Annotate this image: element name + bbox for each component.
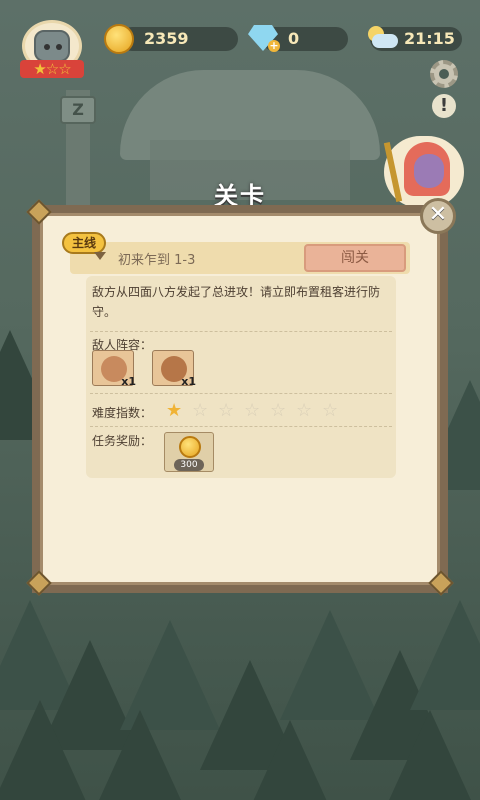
avatar-eye: [44, 44, 50, 50]
avatar-eye: [56, 44, 62, 50]
gold-coin-icon: [179, 436, 201, 458]
gold-counter: 2359: [120, 27, 238, 51]
difficulty-star-icon: ☆: [218, 400, 235, 421]
tips-button[interactable]: !: [428, 92, 460, 124]
enemy-count: x1: [181, 375, 196, 388]
tree: [0, 700, 90, 800]
gem-amount: 0: [288, 29, 300, 48]
quest-name: 初来乍到 1-3: [118, 253, 196, 268]
tree: [380, 710, 480, 800]
tree: [410, 600, 480, 710]
gold-amount: 2359: [144, 29, 189, 48]
clock-time: 21:15: [404, 29, 455, 48]
add-gem-icon[interactable]: +: [268, 40, 280, 52]
tree: [240, 720, 340, 800]
difficulty-star-icon: ☆: [322, 400, 339, 421]
main-quest-tag: 主线: [62, 232, 106, 254]
player-avatar[interactable]: ★☆☆: [18, 20, 86, 78]
rock-golem-avatar-icon: [34, 30, 70, 62]
start-level-button[interactable]: 闯关: [304, 244, 406, 272]
dropdown-triangle-icon[interactable]: [94, 252, 106, 260]
lightbulb-icon: !: [432, 94, 456, 118]
gear-hole: [439, 69, 449, 79]
level-description: 敌方从四面八方发起了总进攻！请立即布置租客进行防守。: [92, 285, 381, 319]
difficulty-label: 难度指数：: [92, 406, 153, 420]
difficulty-star-icon: ☆: [296, 400, 313, 421]
difficulty-star-icon: ☆: [270, 400, 287, 421]
moon-cloud-icon: [368, 26, 398, 48]
tree: [90, 710, 190, 800]
difficulty-star-icon: ☆: [192, 400, 209, 421]
reward-label: 任务奖励：: [92, 434, 153, 448]
enemy-card[interactable]: x1: [152, 350, 196, 388]
enemy-count: x1: [121, 375, 136, 388]
reward-item[interactable]: 300: [164, 432, 214, 472]
close-button[interactable]: ✕: [420, 198, 456, 234]
gold-coin-icon: [104, 24, 134, 54]
player-rank-stars: ★☆☆: [20, 60, 84, 78]
divider: [90, 331, 392, 332]
settings-button[interactable]: [428, 58, 460, 90]
reward-amount: 300: [174, 459, 204, 471]
enemy-card[interactable]: x1: [92, 350, 136, 388]
divider: [90, 426, 392, 427]
sign-board: Z: [60, 96, 96, 124]
divider: [90, 393, 392, 394]
cloud-shape: [372, 34, 398, 48]
difficulty-star-icon: ☆: [244, 400, 261, 421]
difficulty-star-icon: ★: [166, 400, 183, 421]
